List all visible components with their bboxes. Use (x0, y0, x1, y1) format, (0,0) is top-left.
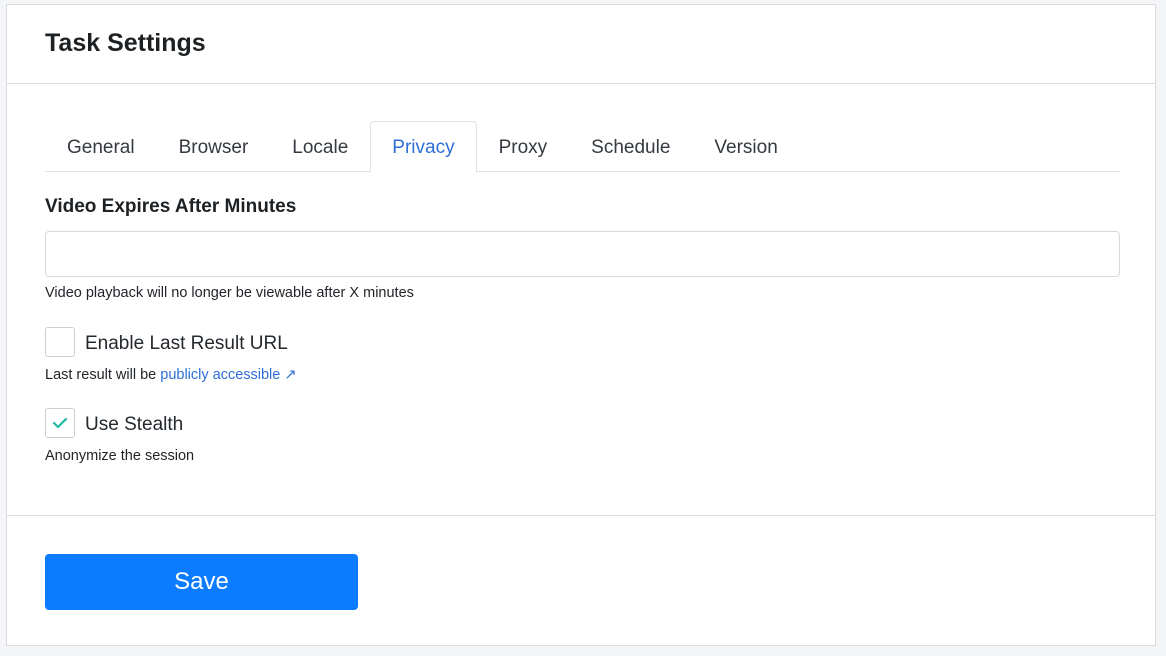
tab-browser[interactable]: Browser (157, 121, 271, 172)
use-stealth-checkbox[interactable] (45, 408, 75, 438)
page-title: Task Settings (45, 28, 206, 57)
publicly-accessible-link[interactable]: publicly accessible ↗ (160, 367, 296, 383)
check-icon (52, 417, 68, 429)
task-settings-card: Task Settings General Browser Locale Pri… (6, 4, 1156, 646)
use-stealth-help: Anonymize the session (45, 448, 195, 464)
last-result-url-row: Enable Last Result URL (45, 327, 1117, 357)
use-stealth-label[interactable]: Use Stealth (85, 411, 183, 436)
last-result-url-help: Last result will be publicly accessible … (45, 367, 1117, 383)
tab-bar: General Browser Locale Privacy Proxy Sch… (45, 121, 1120, 173)
last-result-url-label[interactable]: Enable Last Result URL (85, 330, 288, 355)
last-result-url-checkbox[interactable] (45, 327, 75, 357)
tab-schedule[interactable]: Schedule (569, 121, 692, 172)
video-expires-label: Video Expires After Minutes (45, 196, 297, 217)
tab-general[interactable]: General (45, 121, 157, 172)
card-header: Task Settings (7, 5, 1155, 84)
video-expires-help: Video playback will no longer be viewabl… (45, 285, 414, 301)
last-result-url-help-text: Last result will be (45, 367, 161, 383)
tab-locale[interactable]: Locale (270, 121, 370, 172)
tab-proxy[interactable]: Proxy (477, 121, 570, 172)
save-button[interactable]: Save (45, 554, 358, 610)
use-stealth-row: Use Stealth (45, 408, 1117, 438)
tab-version[interactable]: Version (692, 121, 799, 172)
video-expires-input[interactable] (45, 231, 1120, 277)
card-footer: Save (7, 516, 1155, 648)
tab-privacy[interactable]: Privacy (370, 121, 477, 173)
card-body: General Browser Locale Privacy Proxy Sch… (7, 84, 1155, 516)
